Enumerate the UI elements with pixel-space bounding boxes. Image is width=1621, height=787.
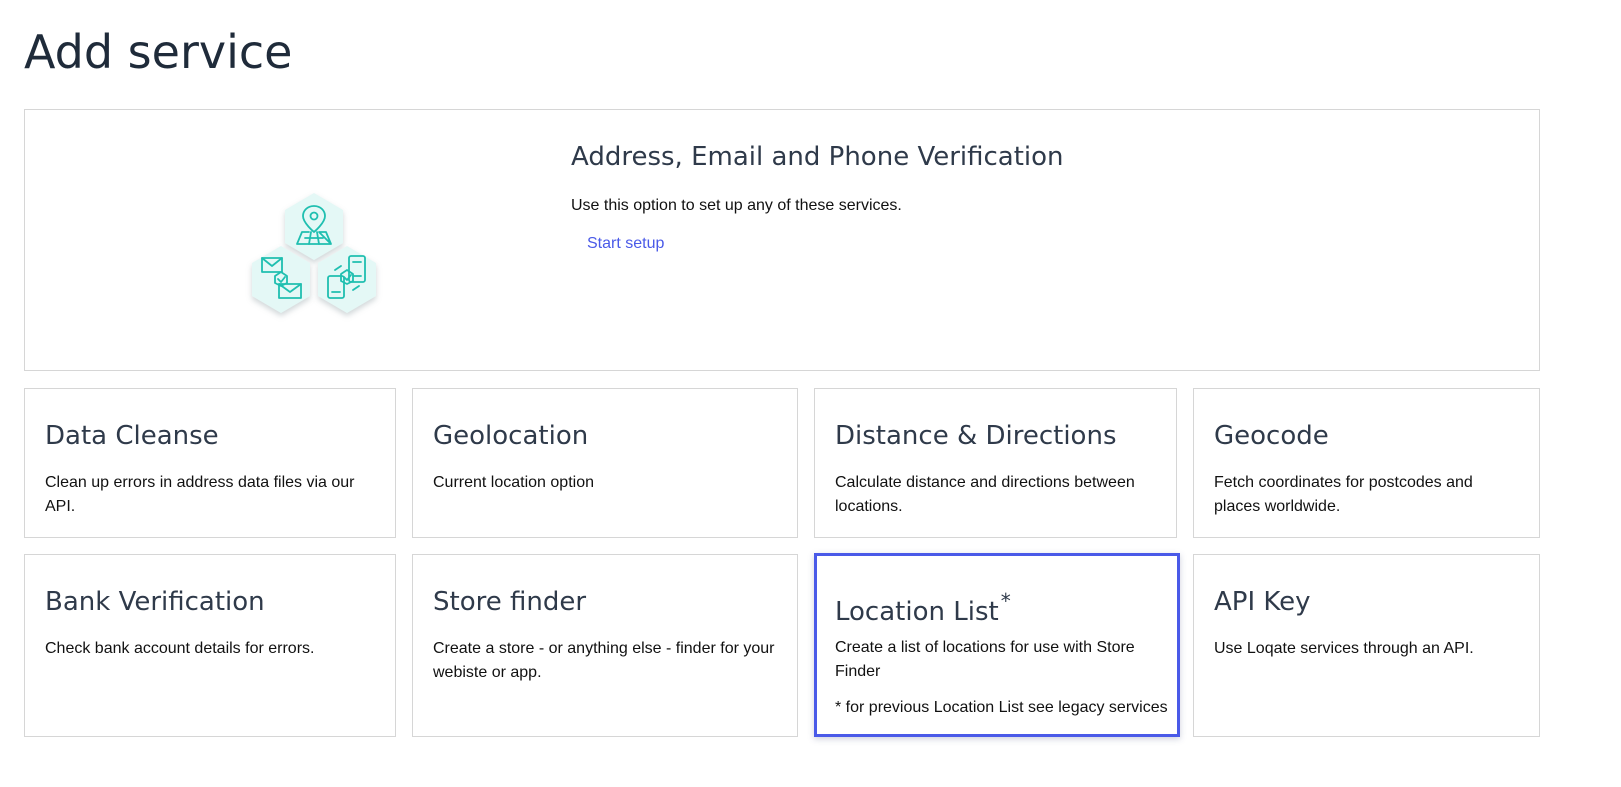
card-description: Check bank account details for errors. [45,640,315,657]
service-card-store-finder[interactable]: Store finder Create a store - or anythin… [412,554,798,737]
legacy-services-note: * for previous Location List see legacy … [835,699,1168,716]
card-title: Location List * [835,584,1011,629]
phone-icon [318,246,376,313]
service-card-geocode[interactable]: Geocode Fetch coordinates for postcodes … [1193,388,1540,538]
card-description: Calculate distance and directions betwee… [835,474,1135,515]
service-card-api-key[interactable]: API Key Use Loqate services through an A… [1193,554,1540,737]
email-icon [252,246,310,313]
asterisk-marker: * [1000,589,1011,613]
page-title: Add service [24,25,293,79]
service-card-geolocation[interactable]: Geolocation Current location option [412,388,798,538]
hero-card-verification[interactable]: Address, Email and Phone Verification Us… [24,109,1540,371]
card-description: Fetch coordinates for postcodes and plac… [1214,474,1473,515]
card-description: Create a list of locations for use with … [835,639,1135,680]
service-card-distance-directions[interactable]: Distance & Directions Calculate distance… [814,388,1177,538]
card-description: Create a store - or anything else - find… [433,640,775,681]
card-title: Store finder [433,587,587,617]
hero-description: Use this option to set up any of these s… [571,197,902,214]
hero-title: Address, Email and Phone Verification [571,142,1064,172]
card-title: Geolocation [433,421,589,451]
card-description: Current location option [433,474,594,491]
card-title: Data Cleanse [45,421,219,451]
card-description: Clean up errors in address data files vi… [45,474,355,515]
card-title: API Key [1214,587,1311,617]
card-title: Distance & Directions [835,421,1117,451]
service-card-location-list[interactable]: Location List * Create a list of location… [814,553,1180,737]
service-card-bank-verification[interactable]: Bank Verification Check bank account det… [24,554,396,737]
service-card-data-cleanse[interactable]: Data Cleanse Clean up errors in address … [24,388,396,538]
card-title: Geocode [1214,421,1329,451]
card-title: Bank Verification [45,587,265,617]
card-description: Use Loqate services through an API. [1214,640,1474,657]
verification-illustration [252,193,376,313]
start-setup-link[interactable]: Start setup [587,232,664,256]
map-pin-icon [285,193,343,260]
card-title-text: Location List [835,597,999,627]
